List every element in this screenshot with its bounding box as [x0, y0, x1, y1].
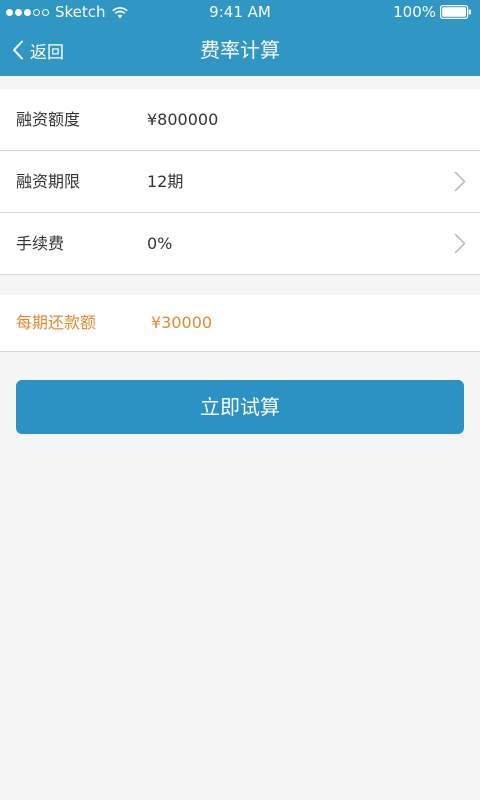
- term-value: 12期: [147, 172, 184, 191]
- amount-label: 融资额度: [16, 110, 81, 129]
- monthly-payment-value: ¥30000: [151, 313, 213, 332]
- status-bar: Sketch 9:41 AM 100%: [0, 0, 480, 24]
- form-row-term[interactable]: 融资期限 12期: [0, 151, 480, 213]
- nav-bar: 返回 费率计算: [0, 24, 480, 76]
- form-row-fee[interactable]: 手续费 0%: [0, 213, 480, 274]
- term-label: 融资期限: [16, 172, 81, 191]
- chevron-right-icon: [454, 233, 466, 254]
- monthly-payment-label: 每期还款额: [16, 313, 97, 332]
- chevron-right-icon: [454, 171, 466, 192]
- fee-label: 手续费: [16, 234, 65, 253]
- calculate-button[interactable]: 立即试算: [16, 380, 464, 434]
- app-header: Sketch 9:41 AM 100% 返回 费率计算: [0, 0, 480, 76]
- monthly-payment-row: 每期还款额 ¥30000: [0, 295, 480, 352]
- page-title: 费率计算: [200, 38, 280, 62]
- battery-icon: [440, 5, 471, 19]
- fee-value: 0%: [147, 234, 173, 253]
- loan-form: 融资额度 ¥800000 融资期限 12期 手续费 0%: [0, 89, 480, 275]
- form-row-amount[interactable]: 融资额度 ¥800000: [0, 89, 480, 151]
- status-right: 100%: [393, 3, 472, 21]
- amount-value[interactable]: ¥800000: [147, 89, 218, 150]
- battery-percentage: 100%: [393, 3, 436, 21]
